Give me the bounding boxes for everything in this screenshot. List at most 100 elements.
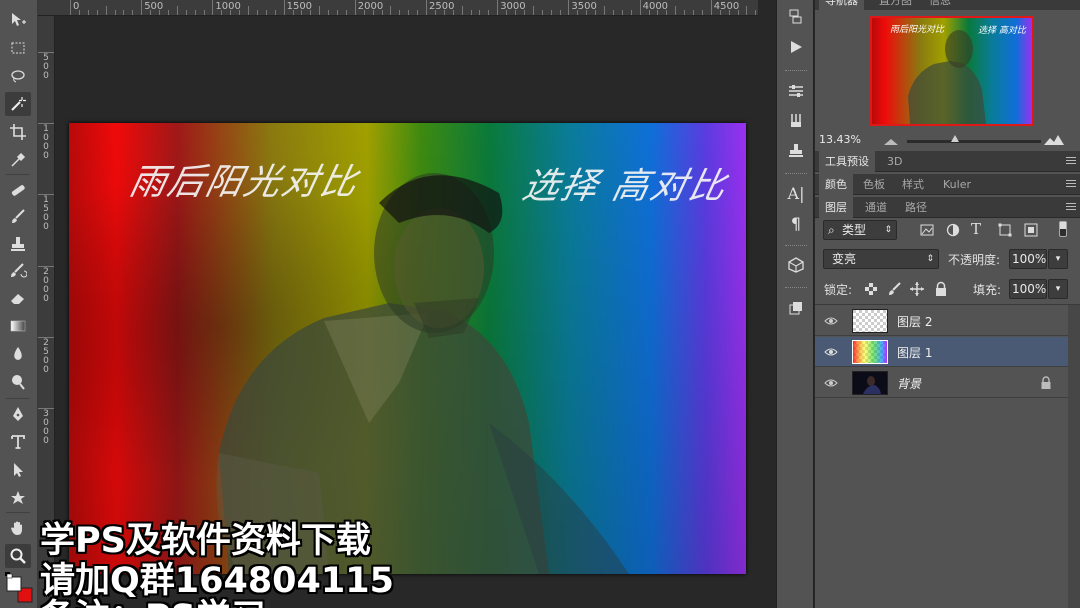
filter-type-icon[interactable]: T [971,220,981,238]
dodge-tool-icon[interactable] [5,370,31,394]
eyedropper-tool-icon[interactable] [5,148,31,172]
clone-stamp-tool-icon[interactable] [5,232,31,256]
blend-mode-select[interactable]: 变亮 ⇕ [823,249,939,269]
filter-toggle-switch[interactable] [1059,221,1067,237]
marquee-tool-icon[interactable] [5,36,31,60]
ruler-label: 3000 [500,1,526,12]
layer-name[interactable]: 背景 [897,375,921,392]
layer-comps-icon[interactable] [785,298,807,320]
filter-shape-icon[interactable] [997,222,1013,238]
layer-row[interactable]: 图层 2 [815,306,1068,336]
lock-image-pixels-icon[interactable] [886,281,902,297]
layer-name[interactable]: 图层 2 [897,313,932,330]
layers-scrollbar[interactable] [1068,305,1080,608]
panel-menu-icon[interactable] [1066,202,1076,212]
ruler-tick [230,10,232,15]
lasso-tool-icon[interactable] [5,64,31,88]
shape-tool-icon[interactable] [5,486,31,510]
ruler-tick [38,265,54,267]
history-panel-icon[interactable] [785,6,807,28]
strip-grip[interactable] [785,173,807,175]
magic-wand-tool-icon[interactable] [5,92,31,116]
3d-panel-icon[interactable] [785,254,807,276]
ruler-tick [399,10,401,15]
zoom-out-icon[interactable] [883,134,901,146]
layer-thumbnail [852,371,888,395]
svg-text:选择 高对比: 选择 高对比 [978,25,1027,36]
brush-presets-icon[interactable] [785,110,807,132]
eye-visibility-icon[interactable] [824,314,838,328]
layer-name[interactable]: 图层 1 [897,344,932,361]
eye-visibility-icon[interactable] [824,376,838,390]
layer-filter-kind-select[interactable]: ⌕ 类型 ⇕ [823,220,897,240]
lock-position-icon[interactable] [909,281,925,297]
history-brush-tool-icon[interactable] [5,259,31,283]
ruler-tick [292,10,294,15]
navigator-view-box[interactable]: 雨后阳光对比 选择 高对比 [870,16,1034,126]
crop-tool-icon[interactable] [5,120,31,144]
ruler-tick [479,10,481,15]
ruler-tick [426,0,427,15]
clone-source-icon[interactable] [785,140,807,162]
fill-field[interactable]: 100% [1009,279,1047,299]
zoom-in-icon[interactable] [1043,132,1065,146]
path-selection-tool-icon[interactable] [5,458,31,482]
opacity-dropdown-button[interactable]: ▾ [1048,249,1068,269]
zoom-value[interactable]: 13.43% [819,133,861,146]
foreground-background-colors[interactable] [4,572,34,608]
tab-styles[interactable]: 样式 [896,174,930,195]
pen-tool-icon[interactable] [5,402,31,426]
panel-menu-icon[interactable] [1066,179,1076,189]
type-tool-icon[interactable] [5,430,31,454]
filter-adjustment-icon[interactable] [945,222,961,238]
tab-swatches[interactable]: 色板 [857,174,891,195]
strip-grip[interactable] [785,245,807,247]
ruler-tick [506,10,508,15]
character-panel-icon[interactable]: A| [785,182,807,204]
hand-tool-icon[interactable] [5,516,31,540]
lock-transparent-pixels-icon[interactable] [864,282,878,296]
fill-dropdown-button[interactable]: ▾ [1048,279,1068,299]
opacity-field[interactable]: 100% [1009,249,1047,269]
tab-paths[interactable]: 路径 [899,197,933,218]
strip-grip[interactable] [785,287,807,289]
tab-3d[interactable]: 3D [881,151,908,172]
ruler-tick [497,0,499,15]
layer-row[interactable]: 图层 1 [815,337,1068,367]
healing-brush-tool-icon[interactable] [5,178,31,202]
adjustments-icon[interactable] [785,80,807,102]
opacity-value: 100% [1012,252,1047,266]
tab-layers[interactable]: 图层 [819,197,853,218]
lock-all-icon[interactable] [934,281,948,297]
strip-grip[interactable] [785,70,807,72]
tab-tool-presets[interactable]: 工具预设 [819,151,875,172]
ruler-tick [577,10,579,15]
brush-tool-icon[interactable] [5,205,31,229]
layer-filter-kind-label: 类型 [842,223,867,237]
panel-menu-icon[interactable] [1066,156,1076,166]
tab-kuler[interactable]: Kuler [937,174,977,195]
tab-channels[interactable]: 通道 [859,197,893,218]
zoom-slider[interactable] [907,140,1041,143]
document-image[interactable]: 雨后阳光对比 选择 高对比 [69,123,746,574]
ruler-tick [746,6,748,15]
zoom-slider-handle[interactable] [951,135,959,142]
eraser-tool-icon[interactable] [5,286,31,310]
filter-smart-object-icon[interactable] [1023,222,1039,238]
blur-tool-icon[interactable] [5,342,31,366]
move-tool-icon[interactable] [5,8,31,32]
gradient-tool-icon[interactable] [5,314,31,338]
filter-pixel-icon[interactable] [919,222,935,238]
layer-row[interactable]: 背景 [815,368,1068,398]
ruler-tick [443,10,445,15]
eye-visibility-icon[interactable] [824,345,838,359]
ruler-tick [345,10,347,15]
tab-color[interactable]: 颜色 [819,174,853,195]
actions-play-icon[interactable] [785,36,807,58]
ruler-tick [488,10,490,15]
paragraph-panel-icon[interactable]: ¶ [785,212,807,234]
zoom-tool-icon[interactable] [5,544,31,568]
ruler-tick [755,10,757,15]
layers-tabbar: 图层 通道 路径 [815,197,1080,218]
document-canvas-area[interactable]: 雨后阳光对比 选择 高对比 [56,17,758,608]
